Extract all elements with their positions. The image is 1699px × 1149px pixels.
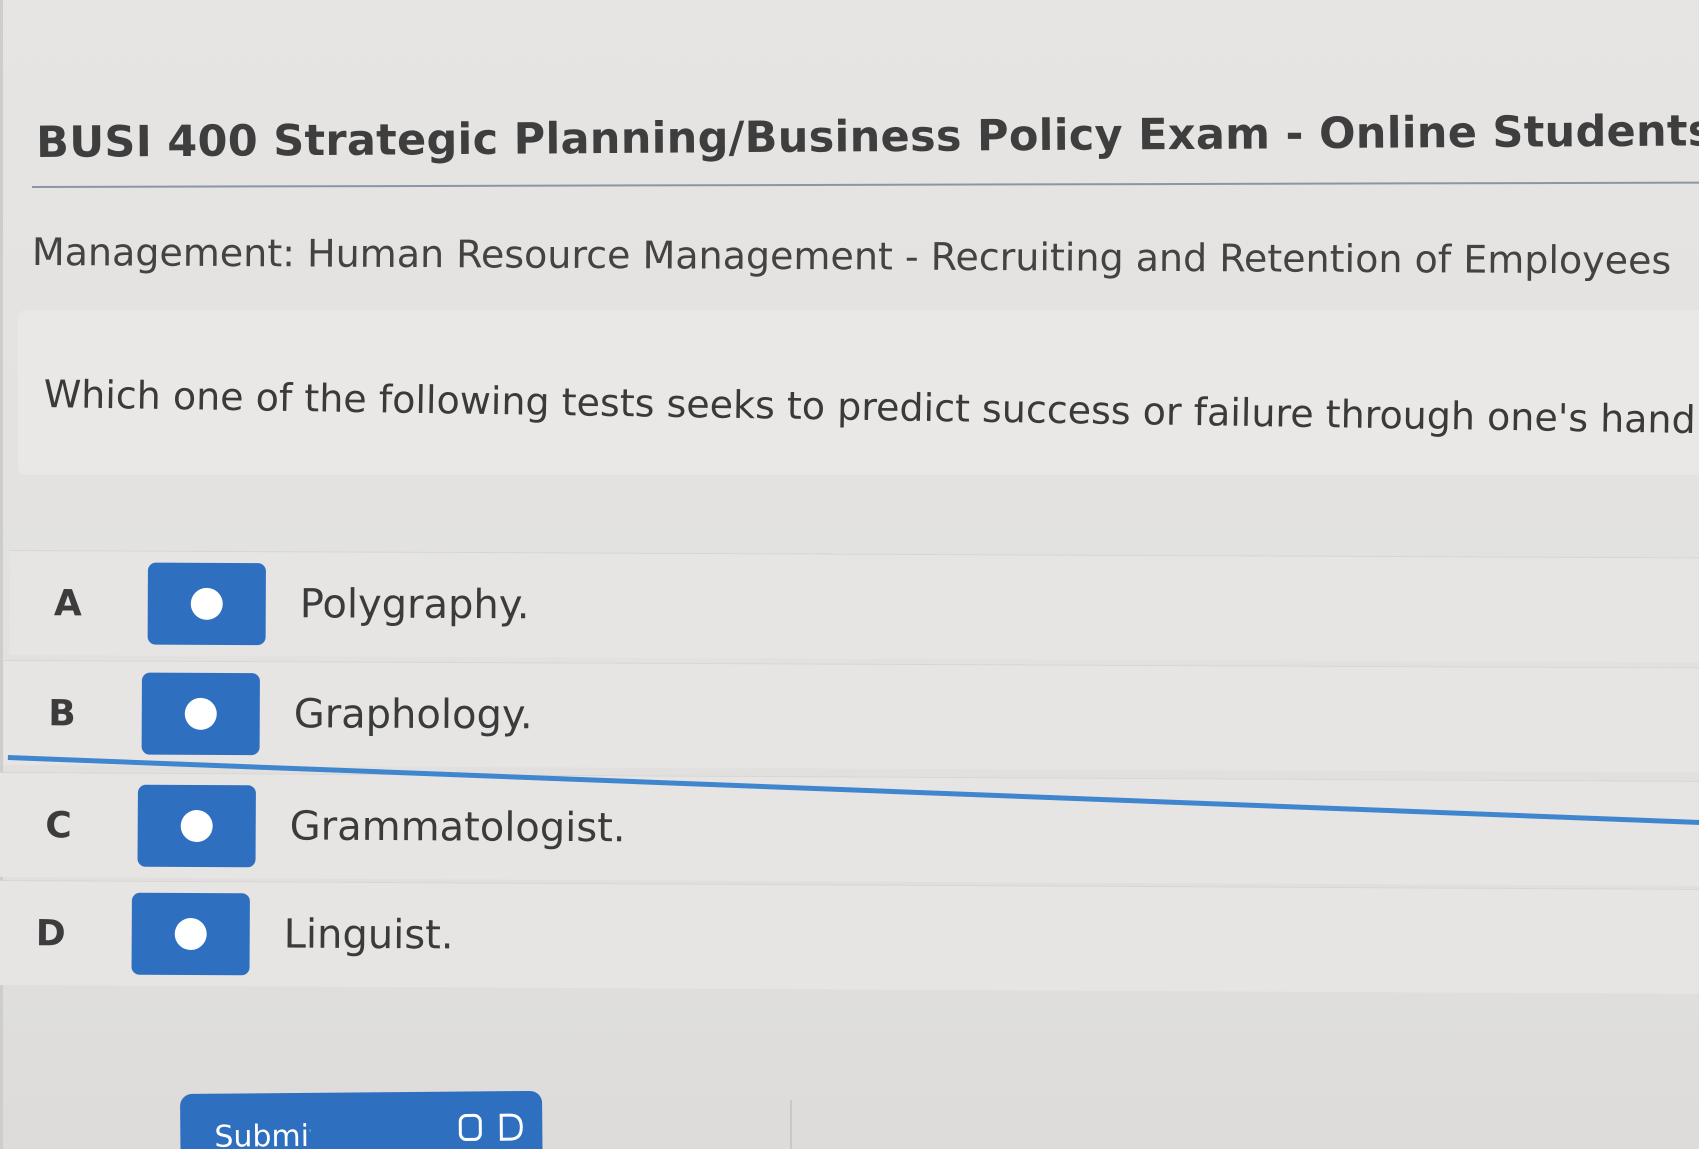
choice-letter: D [35, 912, 66, 954]
radio-dot-icon [180, 809, 213, 843]
choice-row-a[interactable]: A Polygraphy. [9, 550, 1699, 663]
title-divider [32, 181, 1699, 188]
choice-radio-a[interactable] [147, 562, 266, 646]
choice-letter: C [45, 804, 72, 846]
choice-radio-c[interactable] [137, 784, 256, 868]
exam-title: BUSI 400 Strategic Planning/Business Pol… [36, 106, 1699, 168]
choice-letter: A [53, 582, 82, 624]
radio-dot-icon [190, 587, 223, 620]
radio-dot-icon [184, 697, 217, 730]
topic-heading: Management: Human Resource Management - … [31, 230, 1672, 283]
square-icon [459, 1113, 483, 1141]
submit-answer-button[interactable]: Submit Answer [180, 1090, 543, 1149]
radio-dot-icon [174, 917, 207, 951]
choice-row-d[interactable]: D Linguist. [0, 880, 1699, 995]
choice-letter: B [48, 692, 76, 734]
choice-text: Linguist. [283, 911, 454, 959]
choice-radio-b[interactable] [141, 672, 260, 756]
submit-label: Submit Answer [214, 1118, 311, 1149]
choice-row-b[interactable]: B Graphology. [3, 660, 1699, 773]
choice-radio-d[interactable] [131, 892, 250, 976]
choice-text: Polygraphy. [299, 581, 530, 629]
d-shape-icon [499, 1113, 523, 1141]
choice-text: Graphology. [293, 691, 533, 739]
choice-text: Grammatologist. [289, 803, 626, 852]
divider [790, 1100, 792, 1149]
submit-icons [459, 1111, 525, 1149]
